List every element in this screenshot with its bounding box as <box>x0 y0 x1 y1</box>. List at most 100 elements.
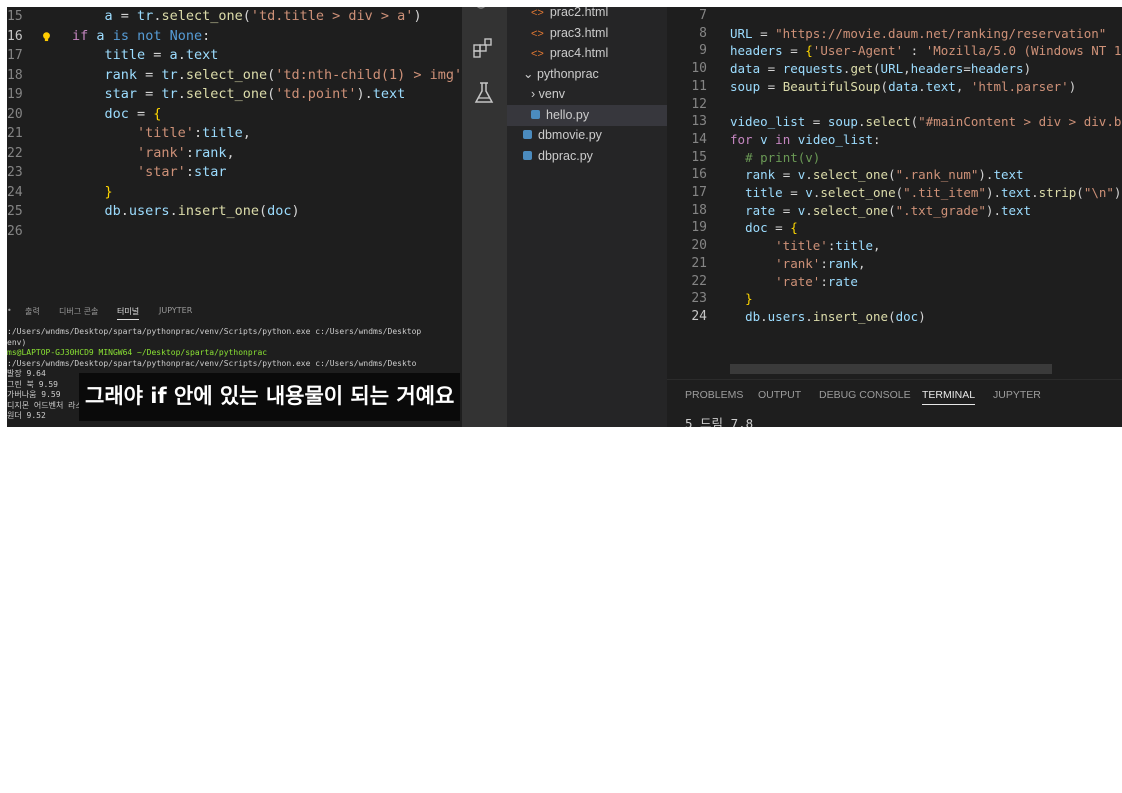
debug-icon[interactable] <box>473 7 489 13</box>
terminal-line: :/Users/wndms/Desktop/sparta/pythonprac/… <box>7 327 422 336</box>
right-code-line[interactable]: 12 <box>667 96 1122 114</box>
tab-problems-partial[interactable]: • <box>7 306 12 315</box>
horizontal-scrollbar[interactable] <box>730 364 1052 374</box>
python-file-icon <box>523 130 532 139</box>
code-text: if a is not None: <box>72 27 211 44</box>
right-code-line[interactable]: 20 'title':title, <box>667 237 1122 255</box>
tab-terminal[interactable]: 터미널 <box>117 306 140 320</box>
panel-divider <box>667 379 1122 380</box>
right-code-line[interactable]: 7 <box>667 7 1122 25</box>
line-number: 12 <box>691 96 707 112</box>
right-code-line[interactable]: 23 } <box>667 290 1122 308</box>
code-text: rank = tr.select_one('td:nth-child(1) > … <box>104 66 462 83</box>
right-terminal-output[interactable]: 5 드림 7.8 <box>685 413 753 427</box>
right-code-line[interactable]: 19 doc = { <box>667 219 1122 237</box>
explorer-item-label: prac3.html <box>549 25 609 40</box>
code-text: db.users.insert_one(doc) <box>745 308 926 324</box>
testing-icon[interactable] <box>473 81 495 105</box>
explorer-item[interactable]: <> prac3.html <box>531 23 608 44</box>
explorer-item[interactable]: <> prac4.html <box>531 43 608 64</box>
tab-problems[interactable]: PROBLEMS <box>685 389 743 401</box>
line-number: 14 <box>691 131 707 147</box>
left-code-line[interactable]: 21 'title':title, <box>7 124 462 143</box>
tab-jupyter[interactable]: JUPYTER <box>993 389 1041 401</box>
tab-output[interactable]: OUTPUT <box>758 389 801 401</box>
explorer-item[interactable]: ⌄ pythonprac <box>523 64 599 85</box>
tab-terminal[interactable]: TERMINAL <box>922 389 976 405</box>
line-number: 8 <box>699 25 707 41</box>
line-number: 16 <box>691 167 707 183</box>
explorer-item-label: dbmovie.py <box>538 128 602 142</box>
left-code-line[interactable]: 23 'star':star <box>7 163 462 182</box>
terminal-line: 그린 북 9.59 <box>7 379 58 389</box>
right-code-line[interactable]: 15 # print(v) <box>667 149 1122 167</box>
line-number: 26 <box>7 223 23 239</box>
tab-debug-console[interactable]: 디버그 콘솔 <box>59 306 98 317</box>
line-number: 15 <box>7 9 23 24</box>
code-text: doc = { <box>104 105 162 122</box>
line-number: 18 <box>691 202 707 218</box>
html-file-icon: <> <box>531 7 544 19</box>
explorer-item-label: prac4.html <box>549 46 609 60</box>
right-code-line[interactable]: 17 title = v.select_one(".tit_item").tex… <box>667 184 1122 202</box>
right-code-line[interactable]: 13 video_list = soup.select("#mainContent… <box>667 113 1122 131</box>
code-text: } <box>104 183 113 200</box>
html-file-icon: <> <box>531 48 544 60</box>
left-code-line[interactable]: 15 a = tr.select_one('td.title > div > a… <box>7 7 462 26</box>
code-text: 'title':title, <box>137 125 251 141</box>
right-code-line[interactable]: 10 data = requests.get(URL,headers=header… <box>667 60 1122 78</box>
line-number: 23 <box>7 165 23 180</box>
right-code-line[interactable]: 24 db.users.insert_one(doc) <box>667 308 1122 326</box>
left-code-line[interactable]: 18 rank = tr.select_one('td:nth-child(1)… <box>7 66 462 85</box>
right-code-line[interactable]: 18 rate = v.select_one(".txt_grade").tex… <box>667 202 1122 220</box>
line-number: 11 <box>691 78 707 94</box>
right-code-line[interactable]: 8 URL = "https://movie.daum.net/ranking/r… <box>667 25 1122 43</box>
chevron-down-icon: ⌄ <box>523 66 537 81</box>
explorer-item[interactable]: dbprac.py <box>523 146 593 167</box>
code-text: db.users.insert_one(doc) <box>104 203 300 219</box>
code-text: doc = { <box>745 220 798 236</box>
explorer-item[interactable]: › venv <box>531 84 565 105</box>
explorer-item[interactable]: <> prac2.html <box>531 7 608 23</box>
code-text: 'title':title, <box>775 238 881 254</box>
tab-jupyter[interactable]: JUPYTER <box>159 306 192 315</box>
line-number: 18 <box>7 67 23 83</box>
code-text: soup = BeautifulSoup(data.text, 'html.pa… <box>730 78 1077 94</box>
line-number: 17 <box>7 48 23 63</box>
python-file-icon <box>531 109 540 119</box>
left-code-line[interactable]: 16 if a is not None: <box>7 27 462 46</box>
right-code-line[interactable]: 11 soup = BeautifulSoup(data.text, 'html.… <box>667 78 1122 96</box>
left-code-line[interactable]: 17 title = a.text <box>7 46 462 65</box>
line-number: 21 <box>7 126 23 141</box>
left-code-line[interactable]: 20 doc = { <box>7 105 462 124</box>
left-code-line[interactable]: 19 star = tr.select_one('td.point').text <box>7 85 462 104</box>
left-code-line[interactable]: 26 <box>7 222 462 241</box>
line-number: 10 <box>691 61 707 77</box>
explorer-item-label: dbprac.py <box>538 148 593 163</box>
tab-output[interactable]: 출력 <box>25 306 40 317</box>
explorer-item-label: prac2.html <box>549 7 609 19</box>
right-code-line[interactable]: 9 headers = {'User-Agent' : 'Mozilla/5.0 … <box>667 42 1122 60</box>
explorer-item[interactable]: dbmovie.py <box>523 125 602 146</box>
line-number: 13 <box>691 114 707 130</box>
right-code-line[interactable]: 14 for v in video_list: <box>667 131 1122 149</box>
terminal-line: 원더 9.52 <box>7 411 46 420</box>
left-code-line[interactable]: 24 } <box>7 183 462 202</box>
code-text: # print(v) <box>745 149 821 165</box>
right-code-line[interactable]: 21 'rank':rank, <box>667 255 1122 273</box>
code-text: video_list = soup.select("#mainContent >… <box>730 114 1122 130</box>
right-code-line[interactable]: 22 'rate':rate <box>667 273 1122 291</box>
left-code-line[interactable]: 25 db.users.insert_one(doc) <box>7 202 462 221</box>
terminal-line: :/Users/wndms/Desktop/sparta/pythonprac/… <box>7 358 417 368</box>
right-code-line[interactable]: 16 rank = v.select_one(".rank_num").text <box>667 166 1122 184</box>
lightbulb-icon[interactable] <box>42 31 51 43</box>
line-number: 22 <box>7 145 23 161</box>
line-number: 25 <box>7 204 23 219</box>
extensions-icon[interactable] <box>472 37 494 59</box>
tab-debug-console[interactable]: DEBUG CONSOLE <box>819 389 911 401</box>
left-code-line[interactable]: 22 'rank':rank, <box>7 144 462 163</box>
file-explorer: <> prac2.html <> prac3.html <> prac4.html ⌄ py… <box>507 7 667 427</box>
explorer-item[interactable]: hello.py <box>507 104 667 126</box>
code-text: 'rate':rate <box>775 273 858 289</box>
line-number: 9 <box>699 43 707 59</box>
